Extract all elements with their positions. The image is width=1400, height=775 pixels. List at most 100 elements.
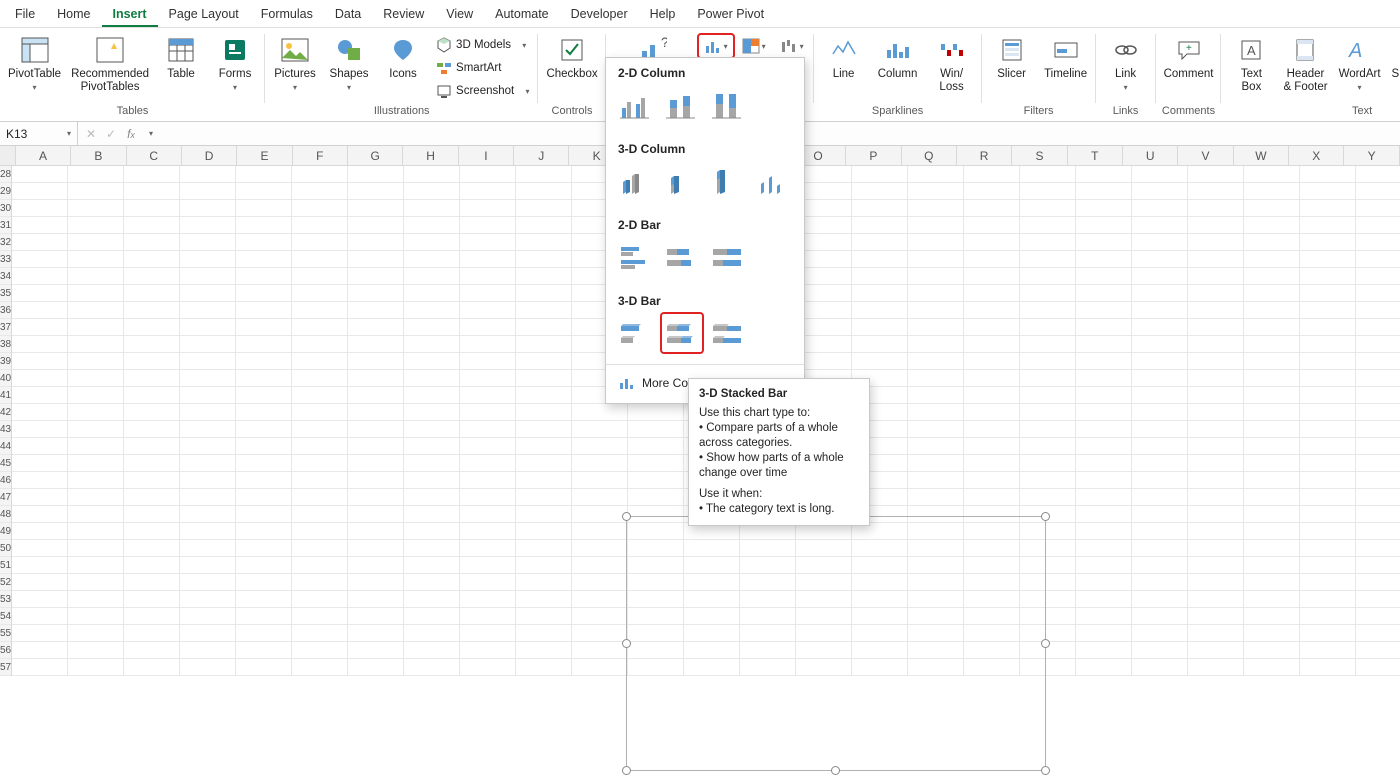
header-footer-button[interactable]: Header& Footer bbox=[1279, 32, 1331, 100]
enter-formula-icon[interactable]: ✓ bbox=[102, 127, 120, 141]
recommended-pivottables-button[interactable]: RecommendedPivotTables bbox=[67, 32, 153, 100]
pivottable-button[interactable]: PivotTable▾ bbox=[4, 32, 65, 100]
row-header[interactable]: 33 bbox=[0, 251, 11, 268]
wordart-button[interactable]: A WordArt▾ bbox=[1334, 32, 1386, 100]
clustered-bar-thumb[interactable] bbox=[616, 238, 656, 276]
column-header[interactable]: X bbox=[1289, 146, 1344, 165]
sparkline-winloss-button[interactable]: Win/Loss bbox=[926, 32, 978, 100]
row-header[interactable]: 53 bbox=[0, 591, 11, 608]
link-button[interactable]: Link▾ bbox=[1100, 32, 1152, 100]
row-header[interactable]: 39 bbox=[0, 353, 11, 370]
column-header[interactable]: R bbox=[957, 146, 1012, 165]
formula-dropdown-icon[interactable]: ▾ bbox=[142, 129, 160, 138]
fx-icon[interactable]: fx bbox=[122, 127, 140, 141]
timeline-button[interactable]: Timeline bbox=[1040, 32, 1092, 100]
cancel-formula-icon[interactable]: ✕ bbox=[82, 127, 100, 141]
smartart-button[interactable]: SmartArt bbox=[431, 57, 534, 79]
pictures-button[interactable]: Pictures▾ bbox=[269, 32, 321, 100]
3d-stacked-bar-thumb[interactable] bbox=[662, 314, 702, 352]
row-header[interactable]: 48 bbox=[0, 506, 11, 523]
row-header[interactable]: 31 bbox=[0, 217, 11, 234]
column-header[interactable]: F bbox=[293, 146, 348, 165]
row-header[interactable]: 47 bbox=[0, 489, 11, 506]
3d-column-thumb[interactable] bbox=[754, 162, 794, 200]
tab-review[interactable]: Review bbox=[372, 2, 435, 27]
tab-file[interactable]: File bbox=[4, 2, 46, 27]
resize-handle[interactable] bbox=[622, 639, 631, 648]
row-header[interactable]: 56 bbox=[0, 642, 11, 659]
column-header[interactable]: Y bbox=[1344, 146, 1399, 165]
stacked-column-thumb[interactable] bbox=[662, 86, 702, 124]
column-header[interactable]: V bbox=[1178, 146, 1233, 165]
row-header[interactable]: 54 bbox=[0, 608, 11, 625]
row-header[interactable]: 46 bbox=[0, 472, 11, 489]
row-header[interactable]: 42 bbox=[0, 404, 11, 421]
column-header[interactable]: U bbox=[1123, 146, 1178, 165]
row-header[interactable]: 51 bbox=[0, 557, 11, 574]
slicer-button[interactable]: Slicer bbox=[986, 32, 1038, 100]
tab-help[interactable]: Help bbox=[639, 2, 687, 27]
sparkline-line-button[interactable]: Line bbox=[818, 32, 870, 100]
checkbox-button[interactable]: Checkbox bbox=[542, 32, 601, 100]
resize-handle[interactable] bbox=[1041, 766, 1050, 775]
select-all-corner[interactable] bbox=[0, 146, 16, 165]
tab-view[interactable]: View bbox=[435, 2, 484, 27]
resize-handle[interactable] bbox=[1041, 639, 1050, 648]
tab-home[interactable]: Home bbox=[46, 2, 101, 27]
resize-handle[interactable] bbox=[831, 766, 840, 775]
screenshot-button[interactable]: Screenshot ▾ bbox=[431, 80, 534, 102]
comment-button[interactable]: + Comment bbox=[1160, 32, 1218, 100]
textbox-button[interactable]: A TextBox bbox=[1225, 32, 1277, 100]
row-header[interactable]: 29 bbox=[0, 183, 11, 200]
tab-developer[interactable]: Developer bbox=[560, 2, 639, 27]
column-header[interactable]: H bbox=[403, 146, 458, 165]
sparkline-column-button[interactable]: Column bbox=[872, 32, 924, 100]
column-header[interactable]: J bbox=[514, 146, 569, 165]
row-header[interactable]: 40 bbox=[0, 370, 11, 387]
waterfall-chart-dropdown[interactable]: ▾ bbox=[774, 34, 810, 58]
resize-handle[interactable] bbox=[622, 512, 631, 521]
column-header[interactable]: P bbox=[846, 146, 901, 165]
resize-handle[interactable] bbox=[622, 766, 631, 775]
3d-stacked-column-thumb[interactable] bbox=[662, 162, 702, 200]
row-header[interactable]: 34 bbox=[0, 268, 11, 285]
chart-placeholder[interactable] bbox=[626, 516, 1046, 771]
table-button[interactable]: Table bbox=[155, 32, 207, 100]
row-header[interactable]: 35 bbox=[0, 285, 11, 302]
column-header[interactable]: C bbox=[127, 146, 182, 165]
stacked-bar-thumb[interactable] bbox=[662, 238, 702, 276]
3d-clustered-column-thumb[interactable] bbox=[616, 162, 656, 200]
row-header[interactable]: 45 bbox=[0, 455, 11, 472]
icons-button[interactable]: Icons bbox=[377, 32, 429, 100]
tab-formulas[interactable]: Formulas bbox=[250, 2, 324, 27]
column-header[interactable]: S bbox=[1012, 146, 1067, 165]
hierarchy-chart-dropdown[interactable]: ▾ bbox=[736, 34, 772, 58]
column-header[interactable]: B bbox=[71, 146, 126, 165]
resize-handle[interactable] bbox=[1041, 512, 1050, 521]
column-chart-dropdown[interactable]: ▾ bbox=[698, 34, 734, 58]
tab-automate[interactable]: Automate bbox=[484, 2, 560, 27]
100-stacked-bar-thumb[interactable] bbox=[708, 238, 748, 276]
row-header[interactable]: 55 bbox=[0, 625, 11, 642]
row-header[interactable]: 37 bbox=[0, 319, 11, 336]
name-box[interactable]: K13▾ bbox=[0, 122, 78, 145]
signature-line-button[interactable]: SignatureLine ▾ bbox=[1388, 32, 1400, 100]
3d-100-stacked-bar-thumb[interactable] bbox=[708, 314, 748, 352]
column-header[interactable]: Q bbox=[902, 146, 957, 165]
row-header[interactable]: 36 bbox=[0, 302, 11, 319]
row-header[interactable]: 38 bbox=[0, 336, 11, 353]
3d-clustered-bar-thumb[interactable] bbox=[616, 314, 656, 352]
row-header[interactable]: 44 bbox=[0, 438, 11, 455]
row-header[interactable]: 41 bbox=[0, 387, 11, 404]
column-header[interactable]: T bbox=[1068, 146, 1123, 165]
column-header[interactable]: G bbox=[348, 146, 403, 165]
tab-insert[interactable]: Insert bbox=[102, 2, 158, 27]
row-header[interactable]: 50 bbox=[0, 540, 11, 557]
3d-models-button[interactable]: 3D Models ▾ bbox=[431, 34, 534, 56]
row-header[interactable]: 43 bbox=[0, 421, 11, 438]
column-header[interactable]: W bbox=[1234, 146, 1289, 165]
clustered-column-thumb[interactable] bbox=[616, 86, 656, 124]
row-header[interactable]: 52 bbox=[0, 574, 11, 591]
column-header[interactable]: A bbox=[16, 146, 71, 165]
3d-100-stacked-column-thumb[interactable] bbox=[708, 162, 748, 200]
